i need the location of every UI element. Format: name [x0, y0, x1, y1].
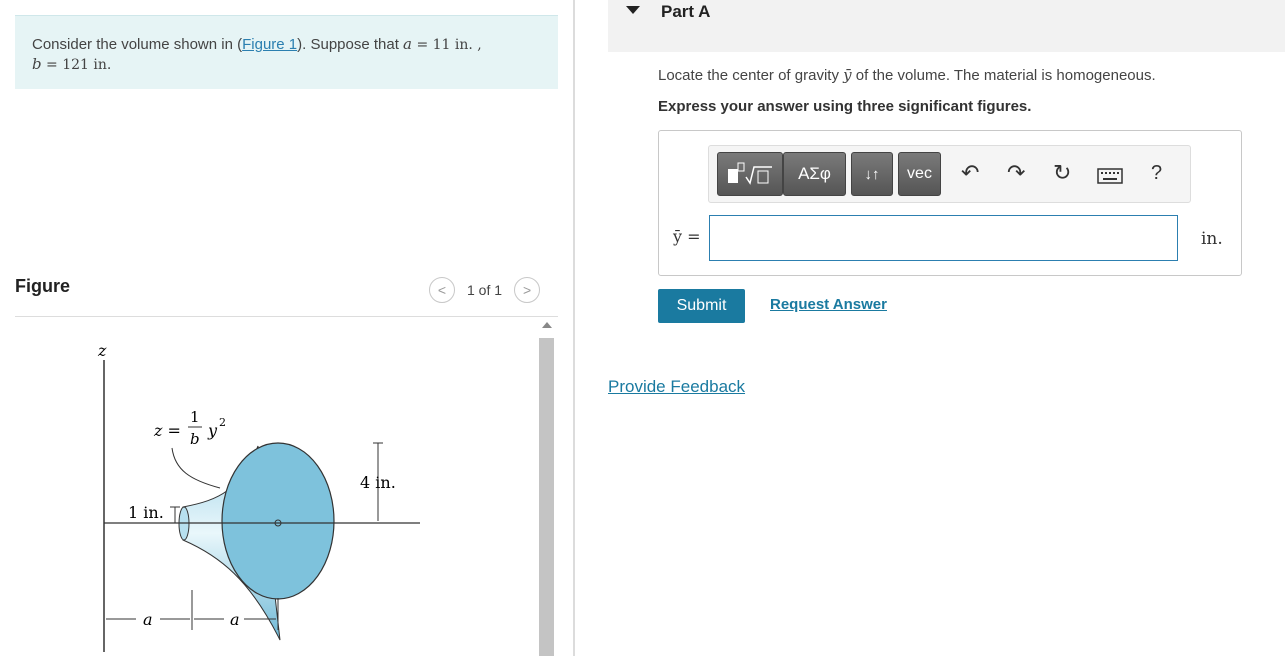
question-post: of the volume. The material is homogeneo… — [851, 67, 1156, 84]
figure-link[interactable]: Figure 1 — [242, 36, 297, 53]
dim-a2: a — [230, 610, 240, 629]
greek-button[interactable]: ΑΣφ — [783, 152, 846, 196]
answer-label: ȳ = — [673, 227, 701, 246]
next-figure-button[interactable]: > — [514, 277, 541, 303]
equation-lhs: z = — [153, 421, 181, 440]
problem-text-after: ). Suppose that — [297, 36, 404, 53]
reset-icon[interactable]: ↻ — [1053, 160, 1071, 186]
question-var: ȳ — [843, 66, 852, 84]
frac-den: b — [190, 430, 200, 448]
left-panel: Consider the volume shown in (Figure 1).… — [0, 0, 574, 656]
templates-button[interactable] — [717, 152, 783, 196]
instruction-text: Express your answer using three signific… — [658, 98, 1032, 115]
part-title: Part A — [661, 2, 711, 21]
a-value: = 11 in. , — [412, 37, 482, 53]
answer-unit: in. — [1201, 229, 1223, 249]
math-toolbar: ΑΣφ ↓↑ vec ↶ ↷ ↻ ? — [708, 145, 1191, 203]
exponent: 2 — [219, 416, 226, 429]
prev-figure-button[interactable]: < — [429, 277, 455, 303]
help-icon[interactable]: ? — [1151, 162, 1162, 185]
problem-text-before: Consider the volume shown in ( — [32, 36, 243, 53]
dim-4in: 4 in. — [360, 473, 396, 492]
collapse-triangle-icon[interactable] — [626, 6, 640, 14]
figure-title: Figure — [15, 276, 71, 296]
answer-input[interactable] — [709, 215, 1178, 261]
z-axis-label: z — [97, 341, 107, 360]
request-answer-link[interactable]: Request Answer — [770, 296, 887, 313]
var-b: b — [32, 55, 42, 73]
question-pre: Locate the center of gravity — [658, 67, 844, 84]
dim-a1: a — [143, 610, 153, 629]
var-a: a — [403, 35, 412, 53]
templates-icon — [728, 162, 772, 185]
frac-num: 1 — [190, 408, 200, 426]
scroll-thumb[interactable] — [539, 338, 554, 656]
pager-text: 1 of 1 — [467, 282, 503, 298]
provide-feedback-link[interactable]: Provide Feedback — [608, 377, 745, 397]
figure-diagram: z y 4 in. 1 in. z = 1 b y 2 a a — [97, 341, 420, 652]
arrows-button[interactable]: ↓↑ — [851, 152, 893, 196]
undo-icon[interactable]: ↶ — [961, 160, 979, 186]
redo-icon[interactable]: ↷ — [1007, 160, 1025, 186]
y-squared: y — [207, 421, 218, 440]
vec-button[interactable]: vec — [898, 152, 941, 196]
right-panel: Part A Locate the center of gravity ȳ of… — [575, 0, 1285, 656]
part-header[interactable]: Part A — [608, 0, 1285, 52]
dim-1in: 1 in. — [128, 503, 164, 522]
keyboard-icon[interactable] — [1097, 168, 1123, 184]
answer-box: ΑΣφ ↓↑ vec ↶ ↷ ↻ ? ȳ = in. — [658, 130, 1242, 276]
submit-button[interactable]: Submit — [658, 289, 745, 323]
figure-divider — [15, 316, 558, 317]
b-value: = 121 in. — [41, 57, 112, 73]
figure-scrollbar[interactable] — [538, 320, 555, 656]
scroll-up-icon[interactable] — [542, 322, 552, 328]
question-text: Locate the center of gravity ȳ of the vo… — [658, 66, 1156, 84]
figure-pager: < 1 of 1 > — [429, 277, 541, 303]
problem-statement: Consider the volume shown in (Figure 1).… — [15, 15, 558, 89]
